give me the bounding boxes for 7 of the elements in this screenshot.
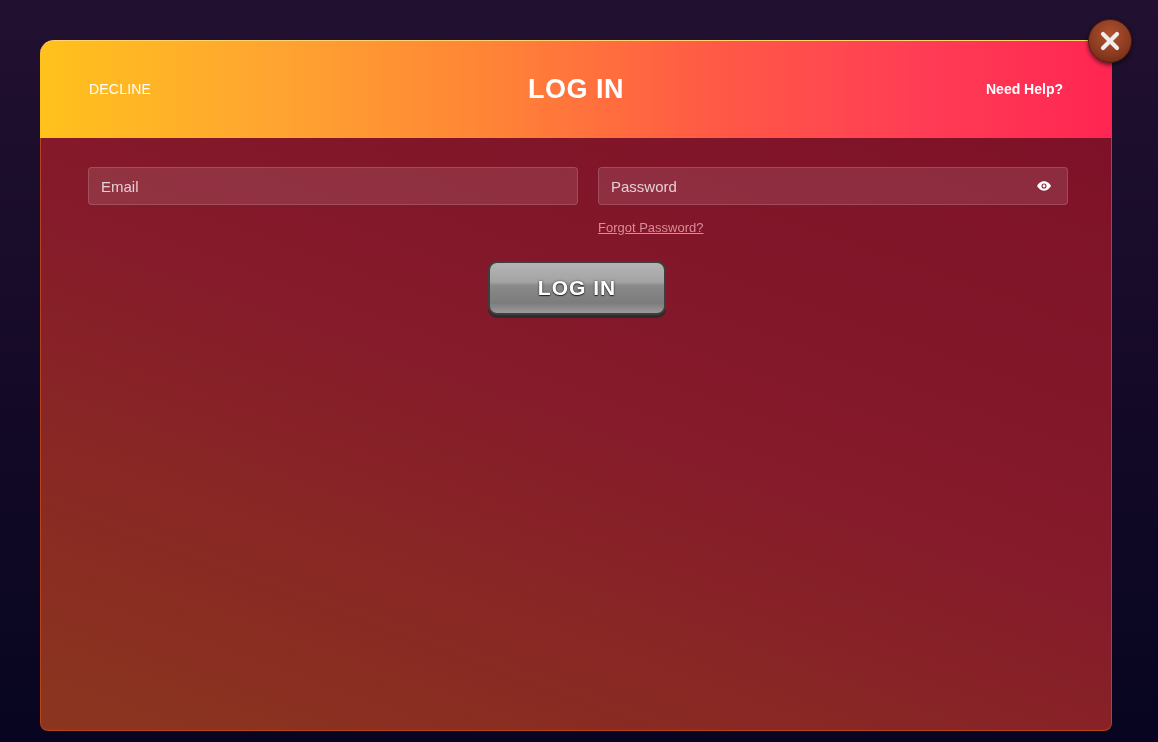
help-link[interactable]: Need Help? — [986, 79, 1063, 100]
dialog-title: LOG IN — [528, 73, 624, 107]
login-button[interactable]: LOG IN — [488, 260, 666, 315]
forgot-password-link[interactable]: Forgot Password? — [598, 218, 704, 238]
eye-icon[interactable] — [1037, 181, 1051, 191]
close-icon — [1100, 31, 1120, 51]
close-button[interactable] — [1088, 19, 1132, 63]
